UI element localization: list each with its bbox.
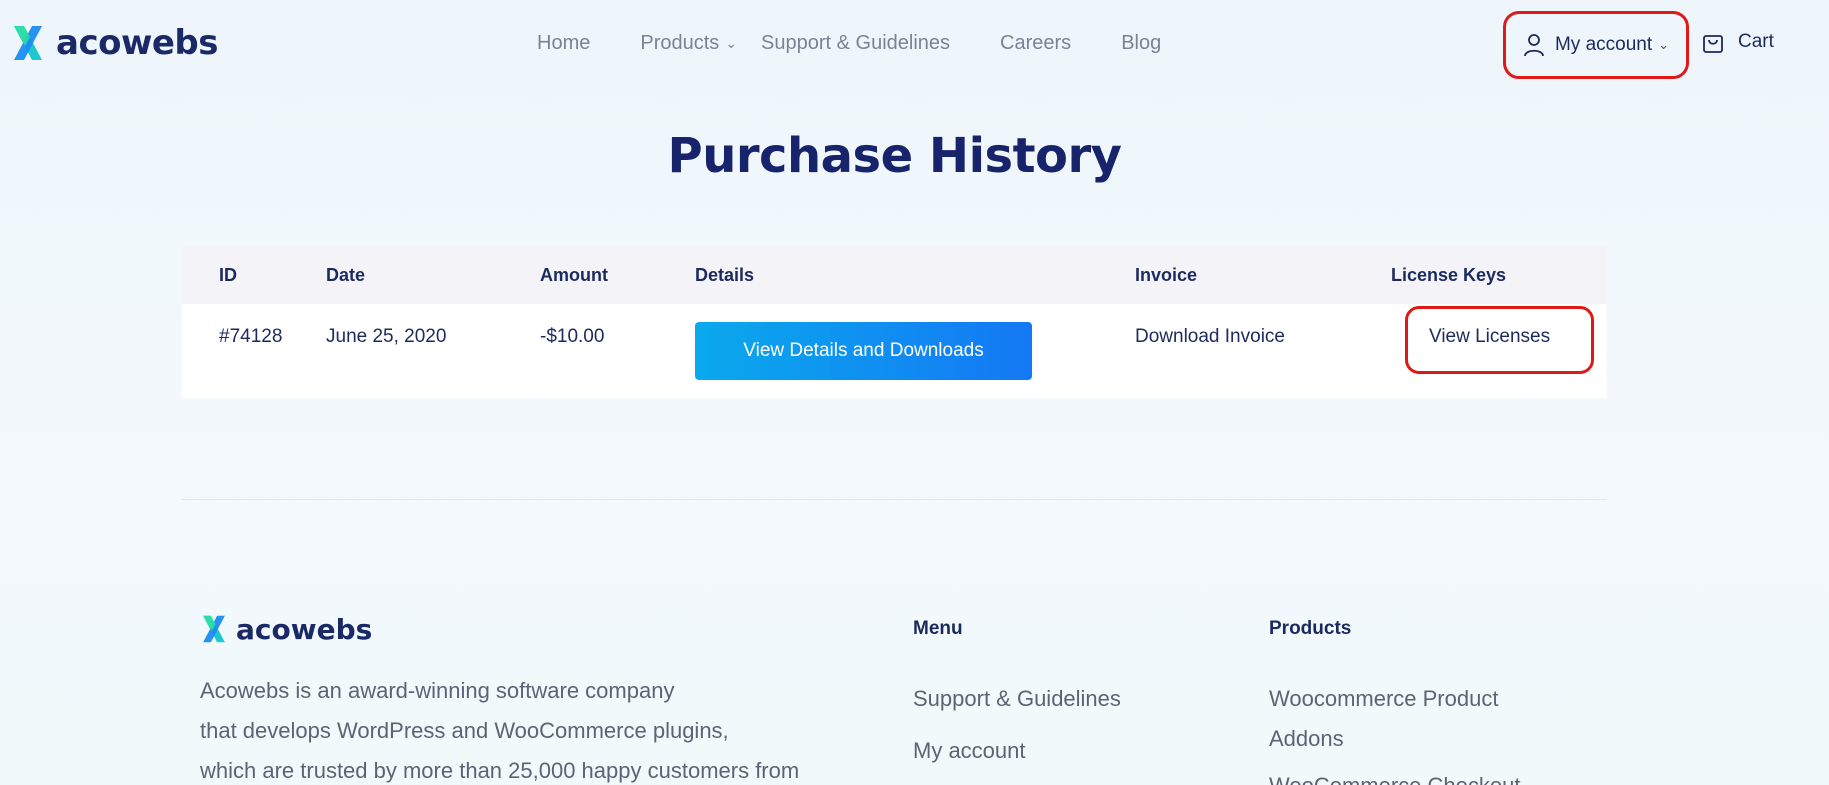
acowebs-logo-icon bbox=[203, 615, 225, 643]
logo-text: acowebs bbox=[56, 23, 219, 63]
footer-divider bbox=[182, 499, 1607, 500]
footer-description-line: Acowebs is an award-winning software com… bbox=[200, 678, 675, 703]
nav-support[interactable]: Support & Guidelines bbox=[761, 32, 950, 55]
header-date: Date bbox=[326, 264, 366, 285]
main-nav: Home Products ⌄ Support & Guidelines Care… bbox=[537, 32, 1211, 55]
nav-careers-label: Careers bbox=[1000, 32, 1072, 54]
my-account-label: My account bbox=[1554, 34, 1653, 55]
footer-products-title: Products bbox=[1269, 618, 1352, 639]
footer-link-my-account[interactable]: My account bbox=[913, 731, 1026, 771]
chevron-down-icon: ⌄ bbox=[725, 35, 738, 51]
nav-home[interactable]: Home bbox=[537, 32, 590, 55]
nav-products-label: Products bbox=[640, 32, 720, 54]
nav-blog[interactable]: Blog bbox=[1121, 32, 1161, 55]
footer-link-checkout[interactable]: WooCommerce Checkout bbox=[1269, 766, 1520, 785]
user-icon bbox=[1524, 34, 1544, 57]
footer-description-line: which are trusted by more than 25,000 ha… bbox=[200, 758, 800, 783]
table-header: ID Date Amount Details Invoice License K… bbox=[182, 246, 1607, 304]
order-amount: -$10.00 bbox=[540, 326, 605, 347]
cart-button[interactable]: Cart bbox=[1702, 30, 1774, 54]
footer-description-line: that develops WordPress and WooCommerce … bbox=[200, 718, 729, 743]
header-amount: Amount bbox=[540, 264, 608, 285]
header-invoice: Invoice bbox=[1135, 264, 1198, 285]
nav-careers[interactable]: Careers bbox=[1000, 32, 1071, 55]
table-row: #74128 June 25, 2020 -$10.00 View Detail… bbox=[182, 304, 1607, 398]
footer-description: Acowebs is an award-winning software com… bbox=[200, 671, 900, 785]
cart-label: Cart bbox=[1738, 31, 1774, 52]
download-invoice-link[interactable]: Download Invoice bbox=[1135, 304, 1391, 348]
footer-menu-title: Menu bbox=[913, 618, 963, 639]
shopping-bag-icon bbox=[1703, 35, 1723, 53]
nav-home-label: Home bbox=[537, 32, 591, 54]
nav-products[interactable]: Products ⌄ bbox=[640, 32, 737, 55]
order-id: #74128 bbox=[219, 326, 283, 347]
header-id: ID bbox=[219, 264, 237, 285]
my-account-button[interactable]: My account ⌄ bbox=[1503, 11, 1689, 79]
footer-link-product-addons-cont[interactable]: Addons bbox=[1269, 719, 1344, 759]
view-licenses-link[interactable]: View Licenses bbox=[1429, 326, 1550, 348]
footer-link-product-addons[interactable]: Woocommerce Product bbox=[1269, 679, 1498, 719]
nav-blog-label: Blog bbox=[1121, 32, 1162, 54]
page-title: Purchase History bbox=[667, 128, 1122, 184]
chevron-down-icon: ⌄ bbox=[1658, 37, 1670, 52]
view-details-downloads-button[interactable]: View Details and Downloads bbox=[695, 322, 1032, 380]
footer-logo[interactable]: acowebs bbox=[200, 612, 372, 646]
acowebs-logo-icon bbox=[14, 26, 42, 60]
header-details: Details bbox=[695, 264, 755, 285]
footer-logo-text: acowebs bbox=[236, 612, 373, 646]
header-license-keys: License Keys bbox=[1391, 264, 1507, 285]
nav-support-label: Support & Guidelines bbox=[761, 32, 951, 54]
order-date: June 25, 2020 bbox=[326, 326, 447, 347]
details-cell: View Details and Downloads bbox=[695, 304, 1135, 380]
footer-link-support[interactable]: Support & Guidelines bbox=[913, 679, 1121, 719]
site-logo[interactable]: acowebs bbox=[10, 22, 219, 64]
purchase-history-table: ID Date Amount Details Invoice License K… bbox=[182, 246, 1607, 398]
